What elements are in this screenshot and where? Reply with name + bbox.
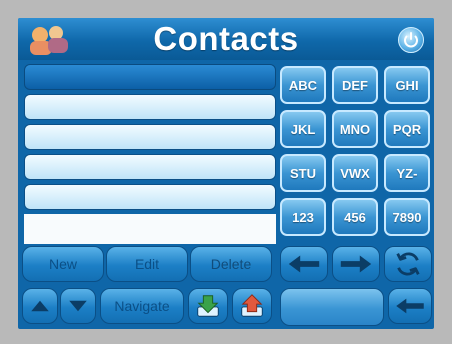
arrow-left-icon	[288, 255, 320, 273]
edit-button[interactable]: Edit	[106, 246, 188, 282]
key-vwx[interactable]: VWX	[332, 154, 378, 192]
backspace-arrow-icon	[396, 298, 424, 314]
export-button[interactable]	[232, 288, 272, 324]
list-item[interactable]	[24, 124, 276, 150]
key-pqr[interactable]: PQR	[384, 110, 430, 148]
key-7890[interactable]: 7890	[384, 198, 430, 236]
power-symbol-icon	[404, 32, 418, 48]
page-title: Contacts	[153, 20, 299, 57]
scroll-down-button[interactable]	[60, 288, 96, 324]
navigate-button[interactable]: Navigate	[100, 288, 184, 324]
key-456[interactable]: 456	[332, 198, 378, 236]
backspace-button[interactable]	[388, 288, 432, 324]
key-123[interactable]: 123	[280, 198, 326, 236]
text-entry-display[interactable]	[280, 288, 384, 326]
key-def[interactable]: DEF	[332, 66, 378, 104]
key-ghi[interactable]: GHI	[384, 66, 430, 104]
key-abc[interactable]: ABC	[280, 66, 326, 104]
right-arrow-button[interactable]	[332, 246, 380, 282]
triangle-up-icon	[31, 300, 49, 312]
key-yz[interactable]: YZ-	[384, 154, 430, 192]
key-mno[interactable]: MNO	[332, 110, 378, 148]
left-arrow-button[interactable]	[280, 246, 328, 282]
key-stu[interactable]: STU	[280, 154, 326, 192]
contacts-screen: Contacts ABC DEF GHI JKL MNO PQR STU VWX…	[18, 18, 434, 329]
delete-button[interactable]: Delete	[190, 246, 272, 282]
triangle-down-icon	[69, 300, 87, 312]
list-item[interactable]	[24, 154, 276, 180]
import-button[interactable]	[188, 288, 228, 324]
list-item[interactable]	[24, 64, 276, 90]
upload-red-icon	[241, 294, 263, 317]
contact-list	[24, 64, 276, 244]
scroll-up-button[interactable]	[22, 288, 58, 324]
letter-keypad: ABC DEF GHI JKL MNO PQR STU VWX YZ- 123 …	[280, 64, 432, 244]
new-button[interactable]: New	[22, 246, 104, 282]
download-green-icon	[197, 295, 219, 317]
title-bar: Contacts	[18, 18, 434, 60]
power-icon[interactable]	[398, 27, 424, 53]
refresh-icon	[396, 252, 420, 276]
key-jkl[interactable]: JKL	[280, 110, 326, 148]
refresh-button[interactable]	[384, 246, 432, 282]
list-item[interactable]	[24, 184, 276, 210]
list-item[interactable]	[24, 214, 276, 244]
arrow-right-icon	[340, 255, 372, 273]
list-item[interactable]	[24, 94, 276, 120]
